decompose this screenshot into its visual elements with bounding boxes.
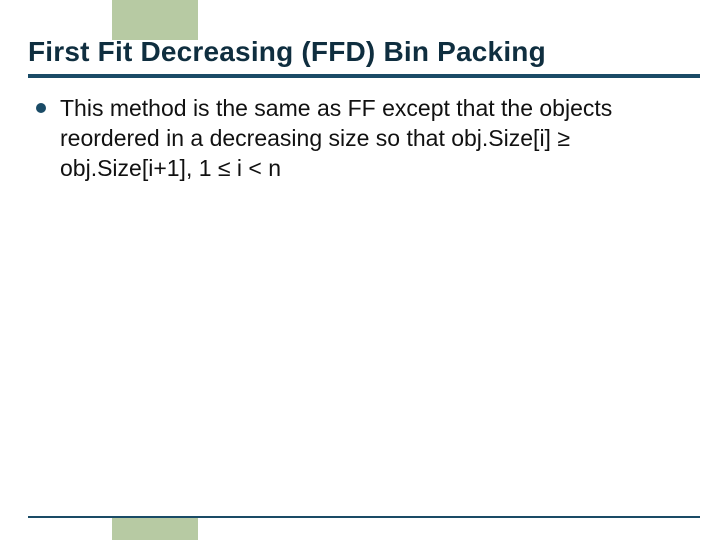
title-underline [28, 74, 700, 78]
list-item: This method is the same as FF except tha… [36, 94, 692, 184]
body-area: This method is the same as FF except tha… [36, 94, 692, 184]
bullet-icon [36, 103, 46, 113]
bottom-accent-block [112, 518, 198, 540]
bullet-text: This method is the same as FF except tha… [60, 94, 692, 184]
title-area: First Fit Decreasing (FFD) Bin Packing [28, 36, 700, 78]
slide-title: First Fit Decreasing (FFD) Bin Packing [28, 36, 700, 68]
slide: First Fit Decreasing (FFD) Bin Packing T… [0, 0, 720, 540]
top-accent-block [112, 0, 198, 40]
